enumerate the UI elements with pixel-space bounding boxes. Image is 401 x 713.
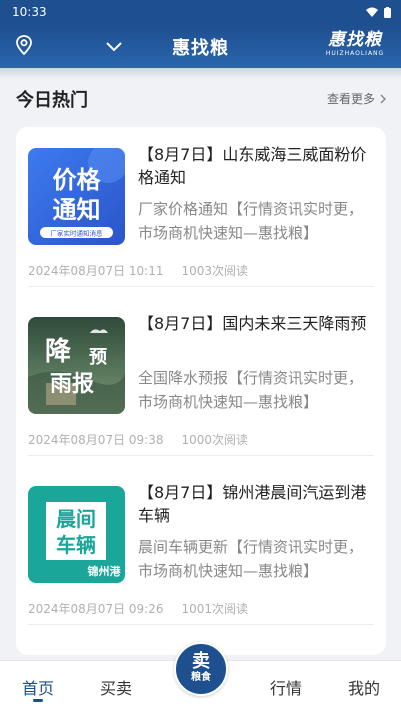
thumb-text-line2: 车辆 [56,533,96,557]
thumb-text-side: 预 [89,347,107,368]
news-item[interactable]: 晨间 车辆 锦州港 【8月7日】锦州港晨间汽运到港车辆 晨间车辆更新【行情资讯实… [28,465,374,625]
news-item[interactable]: 降 预 雨报 【8月7日】国内未来三天降雨预 全国降水预报【行情资讯实时更，市场… [28,296,374,456]
tab-home[interactable]: 首页 [8,675,68,699]
news-thumbnail: 价格 通知 厂家实时通知消息 [28,148,125,245]
view-more-label: 查看更多 [326,92,375,106]
news-read-count: 1000次阅读 [181,433,249,447]
news-thumbnail: 降 预 雨报 [28,317,125,414]
news-read-count: 1003次阅读 [181,264,249,278]
brand-logo: 惠找粮 HUIZHAOLIANG [323,30,387,62]
thumb-tag: 厂家实时通知消息 [51,229,104,238]
news-item[interactable]: 价格 通知 厂家实时通知消息 【8月7日】山东威海三威面粉价格通知 厂家价格通知… [28,127,374,287]
wifi-icon [366,7,378,17]
section-header: 今日热门 查看更多 [0,80,401,116]
section-title: 今日热门 [16,90,88,111]
news-thumbnail: 晨间 车辆 锦州港 [28,486,125,583]
news-date: 2024年08月07日 09:26 [28,602,164,616]
status-bar: 10:33 [0,0,401,24]
sell-button-sublabel: 粮食 [191,672,211,683]
news-title[interactable]: 【8月7日】国内未来三天降雨预 [138,312,374,335]
view-more-link[interactable]: 查看更多 [327,90,387,107]
thumb-tag: 锦州港 [88,564,122,578]
sell-grain-button[interactable]: 卖 粮食 [174,642,228,696]
news-description: 晨间车辆更新【行情资讯实时更，市场商机快速知—惠找粮】 [138,538,364,580]
news-title[interactable]: 【8月7日】山东威海三威面粉价格通知 [138,143,374,189]
thumb-text-line1: 价格 [53,166,102,194]
nav-shadow [0,68,401,78]
brand-logo-text: 惠找粮 [328,30,382,50]
sell-button-label: 卖 [192,651,210,672]
news-date: 2024年08月07日 09:38 [28,433,164,447]
port-vehicles-image: 晨间 车辆 锦州港 [28,486,125,583]
battery-icon [384,6,391,18]
price-notice-image: 价格 通知 厂家实时通知消息 [28,148,125,245]
brand-logo-subtext: HUIZHAOLIANG [325,50,385,57]
rain-forecast-image: 降 预 雨报 [28,317,125,414]
thumb-text-line2: 雨报 [50,372,94,397]
news-date: 2024年08月07日 10:11 [28,264,164,278]
tab-market[interactable]: 行情 [256,675,316,699]
news-description: 厂家价格通知【行情资讯实时更，市场商机快速知—惠找粮】 [138,200,364,242]
thumb-text-line2: 通知 [53,196,101,224]
top-nav-bar: 惠找粮 惠找粮 HUIZHAOLIANG [0,24,401,68]
thumb-text-line1: 降 [45,337,72,367]
status-time: 10:33 [12,5,47,19]
news-meta: 2024年08月07日 09:26 1001次阅读 [28,600,248,617]
news-meta: 2024年08月07日 09:38 1000次阅读 [28,431,248,448]
status-icons [366,6,391,18]
tab-buy-sell[interactable]: 买卖 [86,675,146,699]
news-meta: 2024年08月07日 10:11 1003次阅读 [28,262,248,279]
chevron-right-icon [380,94,386,103]
hot-news-card: 价格 通知 厂家实时通知消息 【8月7日】山东威海三威面粉价格通知 厂家价格通知… [16,127,386,655]
tab-mine[interactable]: 我的 [334,675,394,699]
news-read-count: 1001次阅读 [181,602,249,616]
active-tab-indicator [33,699,43,702]
thumb-text-line1: 晨间 [56,507,96,531]
news-description: 全国降水预报【行情资讯实时更，市场商机快速知—惠找粮】 [138,369,364,411]
news-title[interactable]: 【8月7日】锦州港晨间汽运到港车辆 [138,481,374,527]
